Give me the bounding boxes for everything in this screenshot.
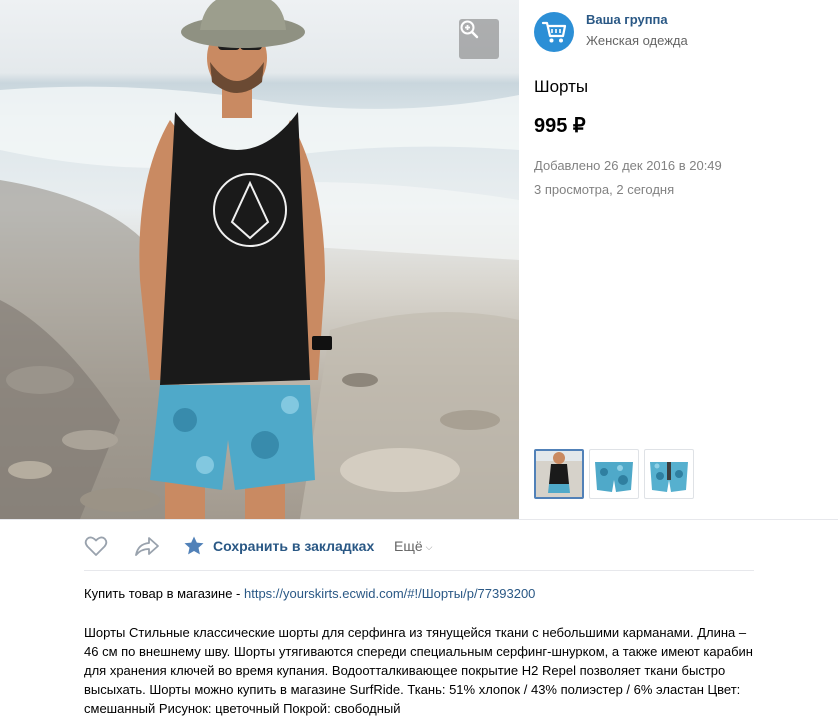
share-arrow-icon xyxy=(135,537,159,556)
product-price: 995 ₽ xyxy=(534,115,586,137)
more-label: Ещё xyxy=(394,538,423,554)
bookmark-label: Сохранить в закладках xyxy=(213,538,375,554)
like-button[interactable] xyxy=(84,533,108,559)
product-description: Шорты Стильные классические шорты для се… xyxy=(84,625,753,716)
buy-prefix: Купить товар в магазине - xyxy=(84,586,244,601)
product-added-date: Добавлено 26 дек 2016 в 20:49 xyxy=(534,158,722,173)
chevron-down-icon: ⌵ xyxy=(425,541,433,552)
shopping-cart-icon xyxy=(541,21,567,43)
group-subtitle: Женская одежда xyxy=(586,33,688,48)
product-title: Шорты xyxy=(534,77,589,96)
gallery-thumb-3[interactable] xyxy=(644,449,694,499)
buy-in-store-line: Купить товар в магазине - https://yoursk… xyxy=(84,586,535,601)
thumb-1-image xyxy=(536,451,582,497)
gallery-thumb-2[interactable] xyxy=(589,449,639,499)
product-photo-illustration xyxy=(0,0,519,519)
product-view-count: 3 просмотра, 2 сегодня xyxy=(534,182,675,197)
zoom-in-icon xyxy=(460,20,479,39)
share-button[interactable] xyxy=(134,533,160,559)
store-link[interactable]: https://yourskirts.ecwid.com/#!/Шорты/p/… xyxy=(244,586,535,601)
heart-icon xyxy=(84,536,108,556)
photo-divider xyxy=(0,519,838,520)
more-menu-button[interactable]: Ещё ⌵ xyxy=(394,533,432,559)
star-icon xyxy=(184,536,204,555)
product-photo[interactable] xyxy=(0,0,519,519)
bookmark-button[interactable]: Сохранить в закладках xyxy=(183,533,374,559)
group-name-link[interactable]: Ваша группа xyxy=(586,12,668,27)
actions-divider xyxy=(84,570,754,571)
thumb-3-image xyxy=(650,462,688,492)
gallery-thumb-1[interactable] xyxy=(534,449,584,499)
group-avatar[interactable] xyxy=(534,12,574,52)
zoom-button[interactable] xyxy=(459,19,499,59)
thumb-2-image xyxy=(595,462,633,492)
